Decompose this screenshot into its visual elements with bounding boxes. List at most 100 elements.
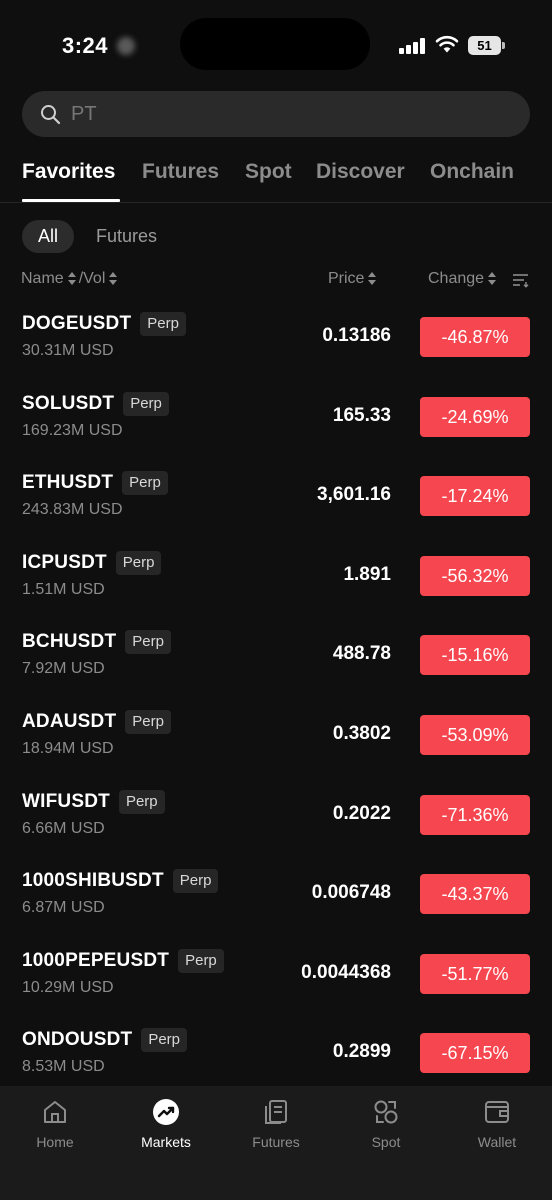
price: 0.3802	[332, 723, 391, 744]
filter-futures-chip[interactable]: Futures	[96, 220, 157, 253]
market-row[interactable]: WIFUSDT Perp 6.66M USD 0.2022 -71.36%	[0, 775, 552, 855]
price: 3,601.16	[317, 484, 391, 506]
symbol: ICPUSDT	[22, 551, 107, 573]
blurred-indicator	[117, 37, 135, 55]
nav-label: Wallet	[477, 1134, 517, 1150]
perp-badge: Perp	[172, 869, 219, 894]
spot-icon	[374, 1100, 398, 1124]
tab-favorites[interactable]: Favorites	[22, 160, 115, 184]
perp-badge: Perp	[122, 471, 168, 496]
perp-badge: Perp	[125, 710, 171, 734]
markets-icon	[153, 1099, 179, 1125]
symbol: SOLUSDT	[22, 392, 115, 414]
market-row[interactable]: ADAUSDT Perp 18.94M USD 0.3802 -53.09%	[0, 695, 552, 775]
perp-badge: Perp	[123, 391, 169, 416]
price: 0.2022	[332, 802, 391, 824]
sort-icon[interactable]	[67, 271, 77, 287]
price-header-label: Price	[328, 270, 365, 287]
symbol: DOGEUSDT	[22, 313, 132, 334]
sort-icon	[487, 271, 497, 287]
nav-wallet[interactable]: Wallet	[442, 1098, 552, 1150]
tab-spot[interactable]: Spot	[245, 160, 292, 184]
tab-discover[interactable]: Discover	[316, 160, 405, 184]
home-icon	[44, 1101, 66, 1123]
change-badge[interactable]: -51.77%	[420, 953, 530, 994]
nav-spot[interactable]: Spot	[331, 1098, 441, 1150]
status-bar: 3:24 51	[0, 0, 552, 90]
market-row[interactable]: SOLUSDT Perp 169.23M USD 165.33 -24.69%	[0, 377, 552, 457]
nav-label: Spot	[371, 1134, 401, 1150]
market-row[interactable]: BCHUSDT Perp 7.92M USD 488.78 -15.16%	[0, 615, 552, 695]
volume: 243.83M USD	[22, 501, 123, 519]
price: 0.13186	[322, 325, 391, 346]
perp-badge: Perp	[118, 789, 165, 814]
search-input[interactable]	[71, 91, 511, 137]
change-badge[interactable]: -56.32%	[420, 555, 530, 596]
change-badge[interactable]: -71.36%	[420, 794, 530, 835]
wallet-icon	[485, 1101, 509, 1123]
price: 165.33	[332, 404, 391, 426]
nav-home[interactable]: Home	[0, 1098, 110, 1150]
change-badge[interactable]: -53.09%	[420, 715, 530, 755]
price: 0.0044368	[301, 961, 391, 983]
perp-badge: Perp	[140, 312, 186, 336]
filter-all-chip[interactable]: All	[22, 220, 74, 253]
price: 1.891	[343, 563, 391, 585]
column-header-change[interactable]: Change	[428, 270, 497, 288]
change-badge[interactable]: -24.69%	[420, 396, 530, 437]
symbol: 1000PEPEUSDT	[22, 949, 170, 971]
price: 0.006748	[311, 882, 391, 904]
symbol: ONDOUSDT	[22, 1029, 133, 1051]
volume: 169.23M USD	[22, 421, 123, 439]
nav-label: Markets	[141, 1134, 191, 1150]
volume: 6.87M USD	[22, 899, 105, 917]
change-header-label: Change	[428, 270, 485, 287]
symbol: WIFUSDT	[22, 790, 110, 812]
change-badge[interactable]: -67.15%	[420, 1033, 530, 1074]
volume: 18.94M USD	[22, 740, 114, 757]
bottom-nav: Home Markets Futures Spot Wallet	[0, 1086, 552, 1200]
market-tabs: Favorites Futures Spot Discover Onchain	[22, 160, 552, 204]
divider	[0, 202, 552, 203]
search-icon	[41, 105, 61, 125]
symbol: BCHUSDT	[22, 631, 117, 653]
perp-badge: Perp	[178, 948, 224, 973]
change-badge[interactable]: -46.87%	[420, 317, 530, 357]
cellular-signal-icon	[399, 38, 427, 54]
perp-badge: Perp	[125, 630, 171, 655]
change-badge[interactable]: -17.24%	[420, 476, 530, 517]
change-badge[interactable]: -43.37%	[420, 874, 530, 915]
symbol: 1000SHIBUSDT	[22, 870, 164, 892]
change-badge[interactable]: -15.16%	[420, 635, 530, 676]
vol-sort-button[interactable]: /Vol	[79, 270, 106, 288]
tab-futures[interactable]: Futures	[142, 160, 219, 184]
volume: 6.66M USD	[22, 819, 105, 837]
market-row[interactable]: 1000SHIBUSDT Perp 6.87M USD 0.006748 -43.…	[0, 854, 552, 934]
search-bar[interactable]	[22, 91, 530, 137]
column-header-price[interactable]: Price	[328, 270, 377, 288]
wifi-icon	[435, 35, 459, 53]
perp-badge: Perp	[115, 550, 162, 575]
nav-markets[interactable]: Markets	[111, 1098, 221, 1150]
battery-level: 51	[468, 36, 501, 55]
battery-icon: 51	[468, 36, 505, 55]
tab-onchain[interactable]: Onchain	[430, 160, 514, 184]
sort-icon[interactable]	[108, 271, 118, 287]
perp-badge: Perp	[141, 1028, 188, 1053]
volume: 7.92M USD	[22, 660, 105, 678]
sort-icon	[367, 271, 377, 287]
filter-settings-icon[interactable]	[512, 272, 529, 288]
market-row[interactable]: ICPUSDT Perp 1.51M USD 1.891 -56.32%	[0, 536, 552, 616]
nav-label: Futures	[252, 1134, 300, 1150]
nav-futures[interactable]: Futures	[221, 1098, 331, 1150]
market-row[interactable]: 1000PEPEUSDT Perp 10.29M USD 0.0044368 -5…	[0, 934, 552, 1014]
volume: 1.51M USD	[22, 580, 105, 598]
volume: 30.31M USD	[22, 342, 114, 359]
dynamic-island	[180, 18, 370, 70]
market-row[interactable]: ONDOUSDT Perp 8.53M USD 0.2899 -67.15%	[0, 1013, 552, 1093]
market-row[interactable]: ETHUSDT Perp 243.83M USD 3,601.16 -17.24%	[0, 456, 552, 536]
column-header-name-vol: Name /Vol	[21, 270, 118, 288]
name-sort-button[interactable]: Name	[21, 270, 64, 288]
symbol: ETHUSDT	[22, 472, 114, 494]
market-row[interactable]: DOGEUSDT Perp 30.31M USD 0.13186 -46.87%	[0, 297, 552, 377]
